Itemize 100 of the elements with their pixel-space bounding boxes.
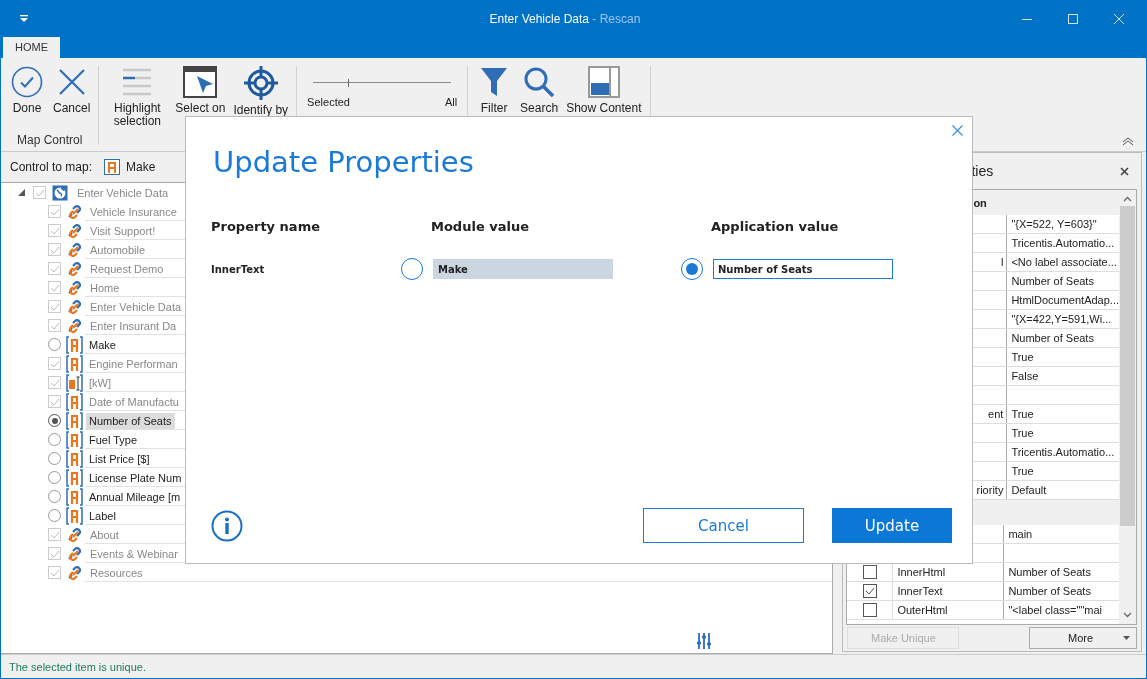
control-to-map-label: Control to map: [10,160,93,174]
property-value: False [1011,370,1039,382]
property-value: Default [1011,484,1047,496]
update-button[interactable]: Update [832,508,952,543]
link-icon [66,221,84,240]
property-value: "{X=422,Y=591,Wi... [1011,313,1112,325]
zoom-slider[interactable] [313,76,452,90]
ribbon-button[interactable]: Cancel [49,58,95,115]
label-control-icon [66,449,83,468]
label-control-icon [66,506,83,525]
ribbon-button[interactable]: Filter [472,58,517,115]
maximize-icon[interactable] [1068,13,1078,24]
link-icon [66,544,84,563]
checkbox[interactable] [862,603,877,617]
property-value: main [1008,528,1033,540]
property-value: HtmlDocumentAdap... [1011,294,1119,306]
property-value: "{X=522, Y=603}" [1011,218,1097,230]
label-control-icon [66,430,83,449]
property-name: InnerText [897,585,943,597]
column-header: Property name [211,219,321,234]
link-icon [66,525,84,544]
more-dropdown-button[interactable]: More [1029,627,1137,649]
status-message: The selected item is unique. [9,660,146,673]
checkmark-icon [11,66,43,98]
property-value: Number of Seats [1011,332,1094,344]
ribbon-button[interactable]: Search [516,58,563,115]
ribbon-button[interactable]: Done [5,58,49,115]
info-icon[interactable] [211,509,243,542]
checkmark-icon [49,302,60,311]
checkmark-icon [49,283,60,292]
property-value: Number of Seats [1008,585,1091,597]
checkmark-icon [49,226,60,235]
window-pointer-icon [183,66,218,98]
window-subtitle: - Rescan [591,11,641,26]
checkmark-icon [49,378,60,387]
property-name: InnerHtml [897,566,946,578]
column-header: Module value [430,219,530,234]
property-value: Tricentis.Automatio... [1011,446,1115,458]
ribbon-button[interactable]: Identify by [229,58,293,128]
property-name: l [1000,256,1004,268]
panel-title: ties [971,163,994,179]
scrollbar-thumb[interactable] [1120,206,1135,526]
checkmark-icon [49,207,60,216]
panel-icon [587,66,620,98]
filter-icon [480,66,509,98]
checkmark-icon [49,397,60,406]
group-label: Map Control [17,133,83,147]
label-control-icon [66,487,83,506]
property-name: riority [976,484,1004,496]
property-name: OuterHtml [897,604,948,616]
checkmark-icon [49,321,60,330]
property-name: InnerText [211,263,266,275]
property-value: Tricentis.Automatio... [1011,237,1115,249]
label-control-icon [66,335,83,354]
caret-icon [1123,636,1130,640]
property-value: True [1011,408,1034,420]
link-icon [66,278,84,297]
label-control-icon [66,468,83,487]
property-value: True [1011,465,1034,477]
label-control-icon [66,411,83,430]
application-value-field[interactable]: Number of Seats [713,259,893,279]
label-control-icon [104,159,121,175]
scroll-down-icon[interactable] [1123,612,1132,618]
checkbox[interactable] [862,584,877,598]
ribbon-button[interactable]: Highlight selection [103,58,172,128]
target-icon [243,66,278,100]
link-icon [66,316,84,335]
quick-access-icon[interactable] [20,15,28,22]
property-value: "<label class=""mai [1008,604,1103,616]
module-value-field: Make [433,259,613,279]
checkmark-icon [49,568,60,577]
checkbox[interactable] [862,565,877,579]
link-icon [66,297,84,316]
ribbon-tab[interactable]: HOME [3,37,60,58]
property-name: ent [988,408,1004,420]
checkmark-icon [34,188,45,197]
checkmark-icon [49,530,60,539]
label-control-icon [66,392,83,411]
link-icon [66,563,84,582]
link-icon [66,202,84,221]
scroll-up-icon[interactable] [1123,196,1132,202]
textbox-control-icon [66,373,83,392]
property-value: True [1011,427,1034,439]
link-icon [66,240,84,259]
label-control-icon [66,354,83,373]
ribbon-button[interactable]: Show Content [562,58,646,115]
settings-sliders-icon[interactable] [696,633,712,649]
property-value: True [1011,351,1034,363]
collapse-icon[interactable] [1122,137,1134,146]
cancel-button[interactable]: Cancel [643,508,804,543]
checkmark-icon [49,264,60,273]
property-value: Number of Seats [1008,566,1091,578]
checkmark-icon [49,359,60,368]
close-icon[interactable] [1120,166,1129,176]
checkmark-icon [49,245,60,254]
property-value: Number of Seats [1011,275,1094,287]
link-icon [66,259,84,278]
property-value: <No label associate... [1011,256,1117,268]
slider-label: Selected [307,96,350,108]
checkmark-icon [49,549,60,558]
